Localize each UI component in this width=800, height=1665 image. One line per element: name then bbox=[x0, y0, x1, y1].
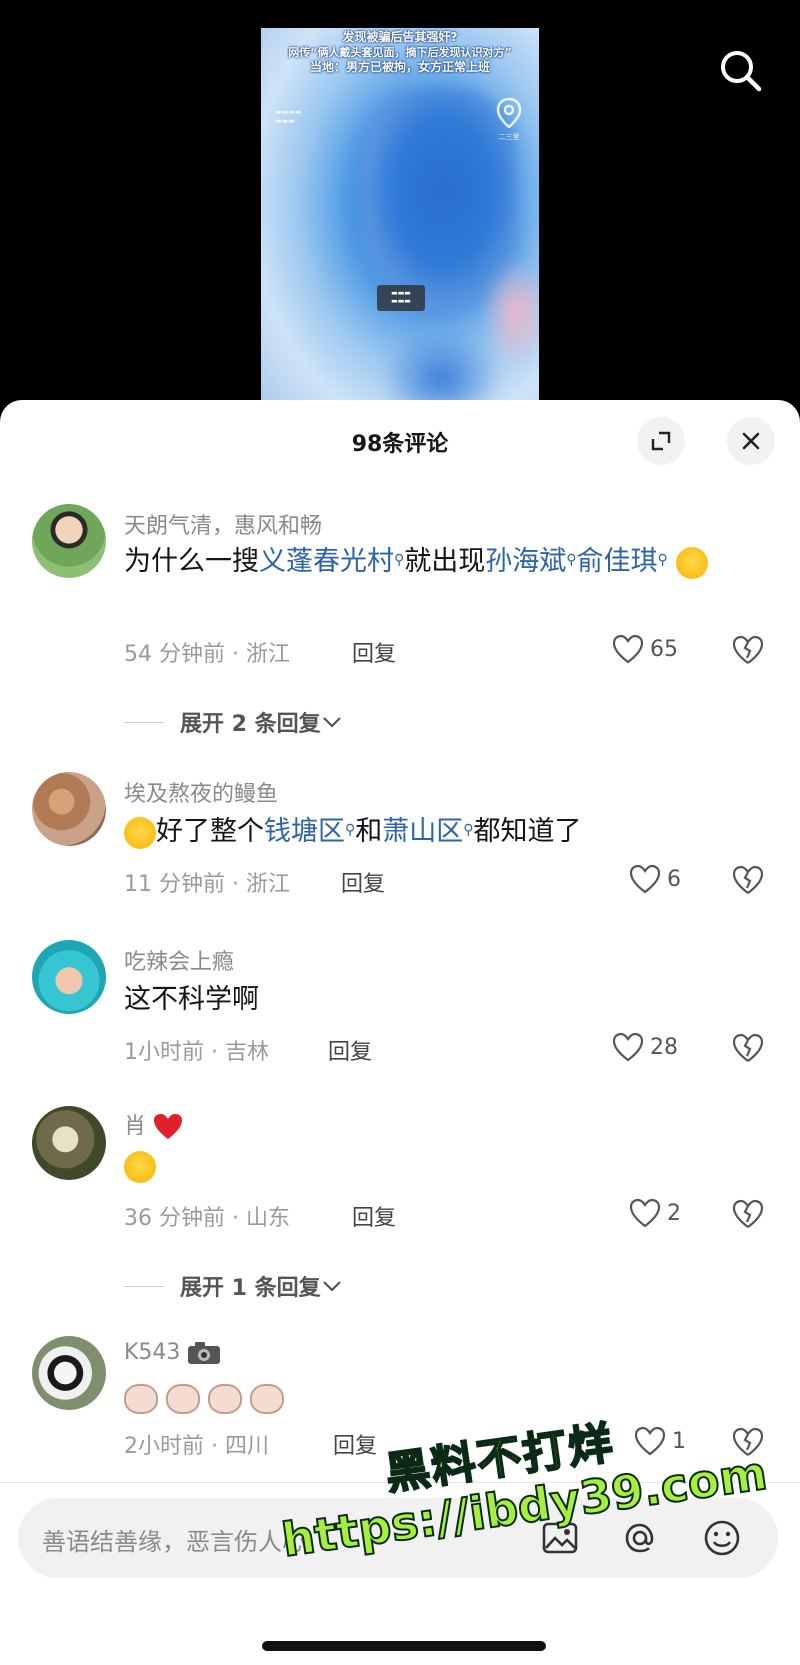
search-keyword-link[interactable]: 孙海斌 bbox=[485, 546, 566, 577]
comment-nickname[interactable]: 吃辣会上瘾 bbox=[124, 944, 234, 976]
search-icon: ⚲ bbox=[463, 822, 474, 838]
dislike-button[interactable] bbox=[731, 864, 765, 898]
comment-nickname[interactable]: 肖 bbox=[124, 1108, 183, 1141]
expand-sheet-button[interactable] bbox=[637, 417, 685, 465]
mention-icon[interactable] bbox=[620, 1518, 660, 1558]
chevron-down-icon bbox=[322, 717, 341, 728]
comment-text: 这不科学啊 bbox=[124, 984, 259, 1015]
red-heart-icon bbox=[154, 1114, 183, 1139]
cow-emoji-icon bbox=[250, 1383, 284, 1414]
comment-time-location: 54 分钟前 · 浙江 bbox=[124, 642, 290, 667]
like-count: 2 bbox=[667, 1200, 681, 1226]
like-count: 6 bbox=[667, 866, 681, 892]
search-icon: ⚲ bbox=[566, 552, 577, 568]
broken-heart-icon bbox=[732, 1033, 764, 1062]
expand-replies-button[interactable]: 展开 2 条回复 bbox=[124, 706, 343, 738]
input-placeholder: 善语结善缘，恶言伤人心 bbox=[42, 1528, 306, 1556]
comment-nickname[interactable]: 埃及熬夜的鳗鱼 bbox=[124, 776, 278, 808]
pin-label: 二三里 bbox=[498, 133, 520, 141]
expand-replies-button[interactable]: 展开 1 条回复 bbox=[124, 1270, 343, 1302]
expand-icon bbox=[651, 431, 671, 451]
crying-laughing-emoji-icon bbox=[124, 1150, 156, 1183]
comment-text: 为什么一搜义蓬春光村⚲就出现孙海斌⚲俞佳琪⚲ bbox=[124, 542, 744, 582]
avatar[interactable] bbox=[32, 940, 106, 1014]
camera-icon bbox=[188, 1342, 221, 1364]
broken-heart-icon bbox=[732, 635, 764, 664]
search-keyword-link[interactable]: 萧山区 bbox=[382, 816, 463, 847]
search-keyword-link[interactable]: 义蓬春光村 bbox=[259, 546, 394, 577]
broken-heart-icon bbox=[732, 865, 764, 894]
search-icon: ⚲ bbox=[657, 552, 668, 568]
like-button[interactable]: 6 bbox=[629, 864, 681, 894]
dislike-button[interactable] bbox=[731, 1198, 765, 1232]
comment-text bbox=[124, 1146, 744, 1186]
like-button[interactable]: 2 bbox=[629, 1198, 681, 1228]
like-count: 65 bbox=[650, 636, 678, 662]
avatar[interactable] bbox=[32, 504, 106, 578]
reply-button[interactable]: 回复 bbox=[352, 1200, 396, 1232]
comment-text: 好了整个钱塘区⚲和萧山区⚲都知道了 bbox=[124, 812, 744, 852]
like-count: 28 bbox=[650, 1034, 678, 1060]
dislike-button[interactable] bbox=[731, 1032, 765, 1066]
app-screen: 发现被骗后告其强奸? 网传“俩人戴头套见面，摘下后发现认识对方” 当地：男方已被… bbox=[0, 0, 800, 1665]
search-keyword-link[interactable]: 钱塘区 bbox=[264, 816, 345, 847]
heart-icon bbox=[629, 1198, 661, 1228]
reply-button[interactable]: 回复 bbox=[352, 636, 396, 668]
video-caption-line1: 发现被骗后告其强奸? bbox=[342, 30, 458, 44]
comments-sheet: 98条评论 bbox=[0, 400, 800, 1665]
comment-time-location: 1小时前 · 吉林 bbox=[124, 1040, 269, 1065]
video-tag-box: ▬▬▬ ▬▬▬ bbox=[377, 285, 425, 311]
video-watermark: ▬▬▬▬ ▬▬▬ bbox=[275, 108, 302, 125]
like-button[interactable]: 65 bbox=[612, 634, 678, 664]
close-button[interactable] bbox=[727, 417, 775, 465]
comment-input[interactable]: 善语结善缘，恶言伤人心 bbox=[18, 1498, 778, 1578]
search-icon: ⚲ bbox=[394, 552, 405, 568]
location-pin-icon: 二三里 bbox=[491, 97, 527, 144]
dislike-button[interactable] bbox=[731, 634, 765, 668]
cow-emoji-icon bbox=[208, 1383, 242, 1414]
close-icon bbox=[742, 432, 760, 450]
comment-nickname[interactable]: K543 bbox=[124, 1340, 221, 1365]
comment-time-location: 36 分钟前 · 山东 bbox=[124, 1206, 290, 1231]
cow-emoji-icon bbox=[166, 1383, 200, 1414]
video-caption-line3: 当地：男方已被拘，女方正常上班 bbox=[309, 60, 490, 74]
reply-button[interactable]: 回复 bbox=[333, 1428, 377, 1460]
search-icon: ⚲ bbox=[345, 822, 356, 838]
heart-icon bbox=[612, 1032, 644, 1062]
reply-button[interactable]: 回复 bbox=[341, 866, 385, 898]
video-caption-line2: 网传“俩人戴头套见面，摘下后发现认识对方” bbox=[288, 46, 512, 59]
home-indicator[interactable] bbox=[262, 1641, 546, 1651]
broken-heart-icon bbox=[732, 1199, 764, 1228]
avatar[interactable] bbox=[32, 772, 106, 846]
heart-icon bbox=[634, 1426, 666, 1456]
like-count: 1 bbox=[672, 1428, 686, 1454]
broken-heart-icon bbox=[732, 1427, 764, 1456]
comment-nickname[interactable]: 天朗气清，惠风和畅 bbox=[124, 508, 322, 540]
divider bbox=[0, 1482, 800, 1483]
comment-time-location: 11 分钟前 · 浙江 bbox=[124, 872, 290, 897]
laughing-emoji-icon bbox=[124, 816, 156, 849]
search-icon[interactable] bbox=[715, 45, 767, 97]
search-keyword-link[interactable]: 俞佳琪 bbox=[577, 546, 658, 577]
comment-time-location: 2小时前 · 四川 bbox=[124, 1434, 269, 1459]
cow-emoji-icon bbox=[124, 1383, 158, 1414]
like-button[interactable]: 28 bbox=[612, 1032, 678, 1062]
avatar[interactable] bbox=[32, 1106, 106, 1180]
chevron-down-icon bbox=[322, 1281, 341, 1292]
image-icon[interactable] bbox=[540, 1518, 580, 1558]
dislike-button[interactable] bbox=[731, 1426, 765, 1460]
emoji-icon[interactable] bbox=[702, 1518, 742, 1558]
avatar[interactable] bbox=[32, 1336, 106, 1410]
reply-button[interactable]: 回复 bbox=[328, 1034, 372, 1066]
heart-icon bbox=[629, 864, 661, 894]
heart-icon bbox=[612, 634, 644, 664]
comment-text bbox=[124, 1378, 744, 1418]
laughing-emoji-icon bbox=[676, 546, 709, 579]
like-button[interactable]: 1 bbox=[634, 1426, 686, 1456]
video-player[interactable]: 发现被骗后告其强奸? 网传“俩人戴头套见面，摘下后发现认识对方” 当地：男方已被… bbox=[261, 28, 539, 418]
